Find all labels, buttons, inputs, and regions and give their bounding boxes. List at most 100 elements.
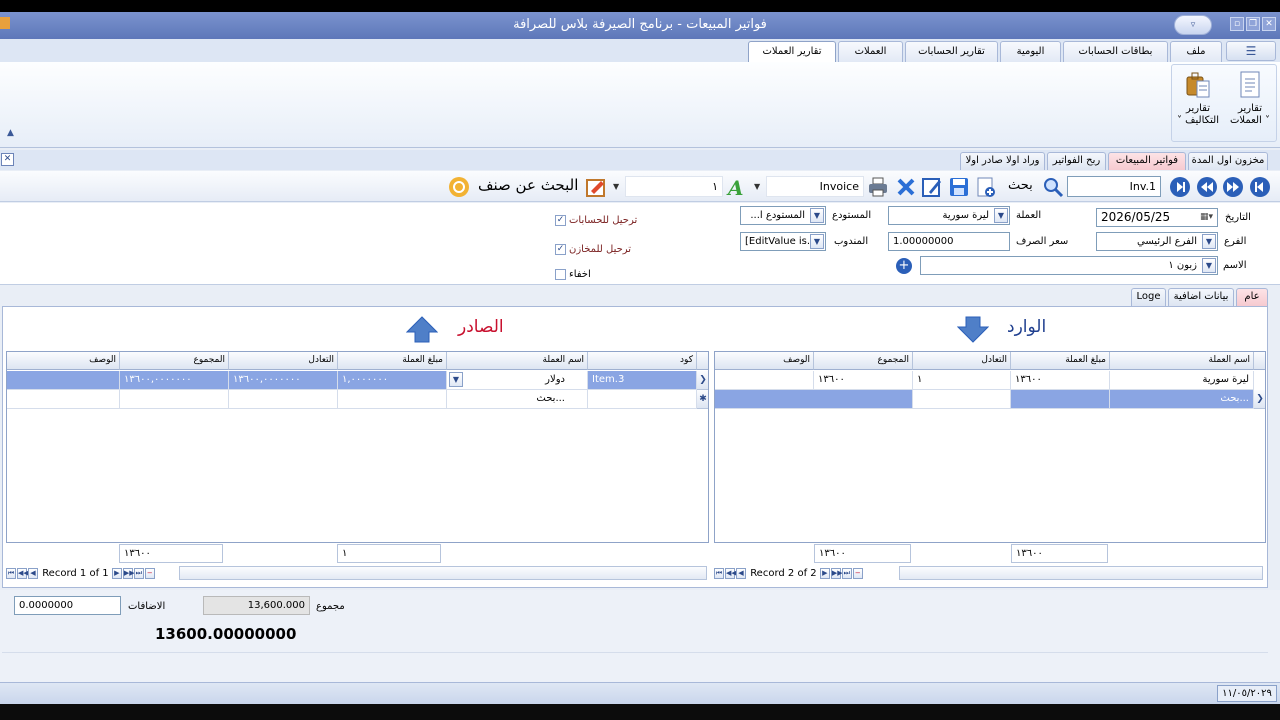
first-page-icon[interactable]: ⏮: [6, 567, 16, 579]
edit-icon[interactable]: [921, 176, 943, 198]
remove-record-icon[interactable]: −: [852, 567, 863, 579]
incoming-col-equivalent[interactable]: التعادل: [913, 352, 1011, 370]
calendar-dropdown-icon[interactable]: ▦▾: [1200, 209, 1213, 226]
exchange-rate-input[interactable]: 1.00000000: [888, 232, 1010, 251]
customer-name-select[interactable]: زبون ١ ▼: [920, 256, 1218, 275]
incoming-new-row-equivalent[interactable]: [913, 390, 1011, 409]
first-record-icon[interactable]: [1249, 176, 1271, 198]
incoming-cell-amount[interactable]: ١٣٦٠٠: [1011, 371, 1110, 390]
save-icon[interactable]: [948, 176, 970, 198]
incoming-col-currency-amount[interactable]: مبلغ العملة: [1011, 352, 1110, 370]
incoming-col-description[interactable]: الوصف: [715, 352, 814, 370]
next-record-icon[interactable]: [1222, 176, 1244, 198]
tab-log[interactable]: Loge: [1131, 288, 1166, 306]
tab-currencies[interactable]: العملات: [838, 41, 903, 62]
restore-icon[interactable]: ❐: [1246, 17, 1260, 31]
next-icon[interactable]: ▶: [819, 567, 830, 579]
tab-journal[interactable]: اليومية: [1000, 41, 1061, 62]
outgoing-cell-code[interactable]: Item.3: [588, 371, 697, 390]
incoming-grid[interactable]: اسم العملة مبلغ العملة التعادل المجموع ا…: [714, 351, 1266, 543]
next-page-icon[interactable]: ▶▶: [122, 567, 135, 579]
invoice-report-field[interactable]: Invoice: [766, 176, 864, 197]
outgoing-currency-dropdown-icon[interactable]: ▼: [449, 372, 463, 387]
calendar-edit-icon[interactable]: [585, 176, 607, 198]
prev-page-icon[interactable]: ◀◀: [17, 567, 29, 579]
outgoing-new-row-equivalent[interactable]: [229, 390, 338, 409]
outgoing-col-currency-amount[interactable]: مبلغ العملة: [338, 352, 447, 370]
warehouse-dropdown-icon[interactable]: ▼: [810, 208, 824, 223]
incoming-cell-total[interactable]: ١٣٦٠٠: [814, 371, 913, 390]
outgoing-cell-description[interactable]: [7, 371, 120, 390]
count-field[interactable]: ١: [625, 176, 723, 197]
font-style-icon[interactable]: A: [726, 176, 748, 200]
date-picker[interactable]: 2026/05/25 ▦▾: [1096, 208, 1218, 227]
currency-reports-button[interactable]: تقارير العملات ˅: [1224, 69, 1276, 135]
prev-page-icon[interactable]: ◀◀: [725, 567, 737, 579]
branch-dropdown-icon[interactable]: ▼: [1202, 234, 1216, 249]
invoice-dropdown-icon[interactable]: ▼: [754, 182, 760, 191]
minimize-icon[interactable]: ▫: [1230, 17, 1244, 31]
name-dropdown-icon[interactable]: ▼: [1202, 258, 1216, 273]
outgoing-new-row-amount[interactable]: [338, 390, 447, 409]
incoming-new-row-search[interactable]: بحث...: [1110, 390, 1254, 409]
tab-currency-reports[interactable]: تقارير العملات: [748, 41, 836, 63]
last-page-icon[interactable]: ⏭: [841, 567, 852, 579]
incoming-cell-currency[interactable]: ليرة سورية: [1110, 371, 1254, 390]
refresh-icon[interactable]: [448, 176, 470, 198]
prev-icon[interactable]: ◀: [28, 567, 38, 579]
close-window-icon[interactable]: ✕: [1262, 17, 1276, 31]
remove-record-icon[interactable]: −: [144, 567, 155, 579]
representative-dropdown-icon[interactable]: ▼: [810, 234, 824, 249]
outgoing-new-row-search[interactable]: بحث...: [447, 390, 588, 409]
close-document-icon[interactable]: ✕: [1, 153, 14, 166]
outgoing-cell-equivalent[interactable]: ١٣٦٠٠,٠٠٠٠٠٠٠: [229, 371, 338, 390]
tab-file[interactable]: ملف: [1170, 41, 1222, 62]
doc-tab-fifo[interactable]: وراد اولا صادر اولا: [960, 152, 1045, 170]
incoming-new-row-amount[interactable]: [1011, 390, 1110, 409]
add-customer-icon[interactable]: +: [896, 258, 912, 274]
warehouse-select[interactable]: ...المستودع ا ▼: [740, 206, 826, 225]
hide-checkbox[interactable]: [555, 269, 566, 280]
incoming-col-total[interactable]: المجموع: [814, 352, 913, 370]
app-menu-button[interactable]: ☰: [1226, 41, 1276, 61]
tab-additional-data[interactable]: بيانات اضافية: [1168, 288, 1234, 306]
outgoing-col-total[interactable]: المجموع: [120, 352, 229, 370]
outgoing-col-currency-name[interactable]: اسم العملة: [447, 352, 588, 370]
first-page-icon[interactable]: ⏮: [714, 567, 724, 579]
last-page-icon[interactable]: ⏭: [133, 567, 144, 579]
incoming-col-currency-name[interactable]: اسم العملة: [1110, 352, 1254, 370]
post-accounts-checkbox[interactable]: ✓: [555, 215, 566, 226]
outgoing-new-row-code[interactable]: [588, 390, 697, 409]
currency-select[interactable]: ليرة سورية ▼: [888, 206, 1010, 225]
next-icon[interactable]: ▶: [111, 567, 122, 579]
collapse-ribbon-icon[interactable]: ▲: [7, 128, 14, 138]
count-dropdown-icon[interactable]: ▼: [613, 182, 619, 191]
outgoing-col-code[interactable]: كود: [588, 352, 697, 370]
branch-select[interactable]: الفرع الرئيسي ▼: [1096, 232, 1218, 251]
incoming-cell-description[interactable]: [715, 371, 814, 390]
tab-general[interactable]: عام: [1236, 288, 1268, 306]
print-icon[interactable]: [867, 176, 889, 198]
additions-input[interactable]: 0.0000000: [14, 596, 121, 615]
cost-reports-button[interactable]: تقارير ˅ التكاليف: [1172, 69, 1224, 135]
incoming-new-row-total[interactable]: [715, 390, 913, 409]
outgoing-col-equivalent[interactable]: التعادل: [229, 352, 338, 370]
outgoing-cell-amount[interactable]: ١,٠٠٠٠٠٠٠: [338, 371, 447, 390]
doc-tab-invoice-profit[interactable]: ربح الفواتير: [1047, 152, 1106, 170]
search-label[interactable]: بحث: [1008, 178, 1033, 193]
invoice-number-input[interactable]: Inv.1: [1067, 176, 1161, 197]
previous-record-icon[interactable]: [1196, 176, 1218, 198]
item-search-label[interactable]: البحث عن صنف: [478, 176, 578, 194]
outgoing-col-description[interactable]: الوصف: [7, 352, 120, 370]
outgoing-new-row-total[interactable]: [120, 390, 229, 409]
quick-access-dropdown-icon[interactable]: ▿: [1174, 15, 1212, 35]
incoming-horizontal-scrollbar[interactable]: [899, 566, 1263, 580]
outgoing-horizontal-scrollbar[interactable]: [179, 566, 707, 580]
search-icon[interactable]: [1042, 176, 1064, 198]
currency-dropdown-icon[interactable]: ▼: [994, 208, 1008, 223]
outgoing-cell-currency[interactable]: دولار ▼: [447, 371, 588, 390]
new-document-icon[interactable]: [975, 176, 997, 198]
prev-icon[interactable]: ◀: [736, 567, 746, 579]
doc-tab-sales-invoices[interactable]: فواتير المبيعات: [1108, 152, 1186, 170]
representative-select[interactable]: [EditValue is... ▼: [740, 232, 826, 251]
